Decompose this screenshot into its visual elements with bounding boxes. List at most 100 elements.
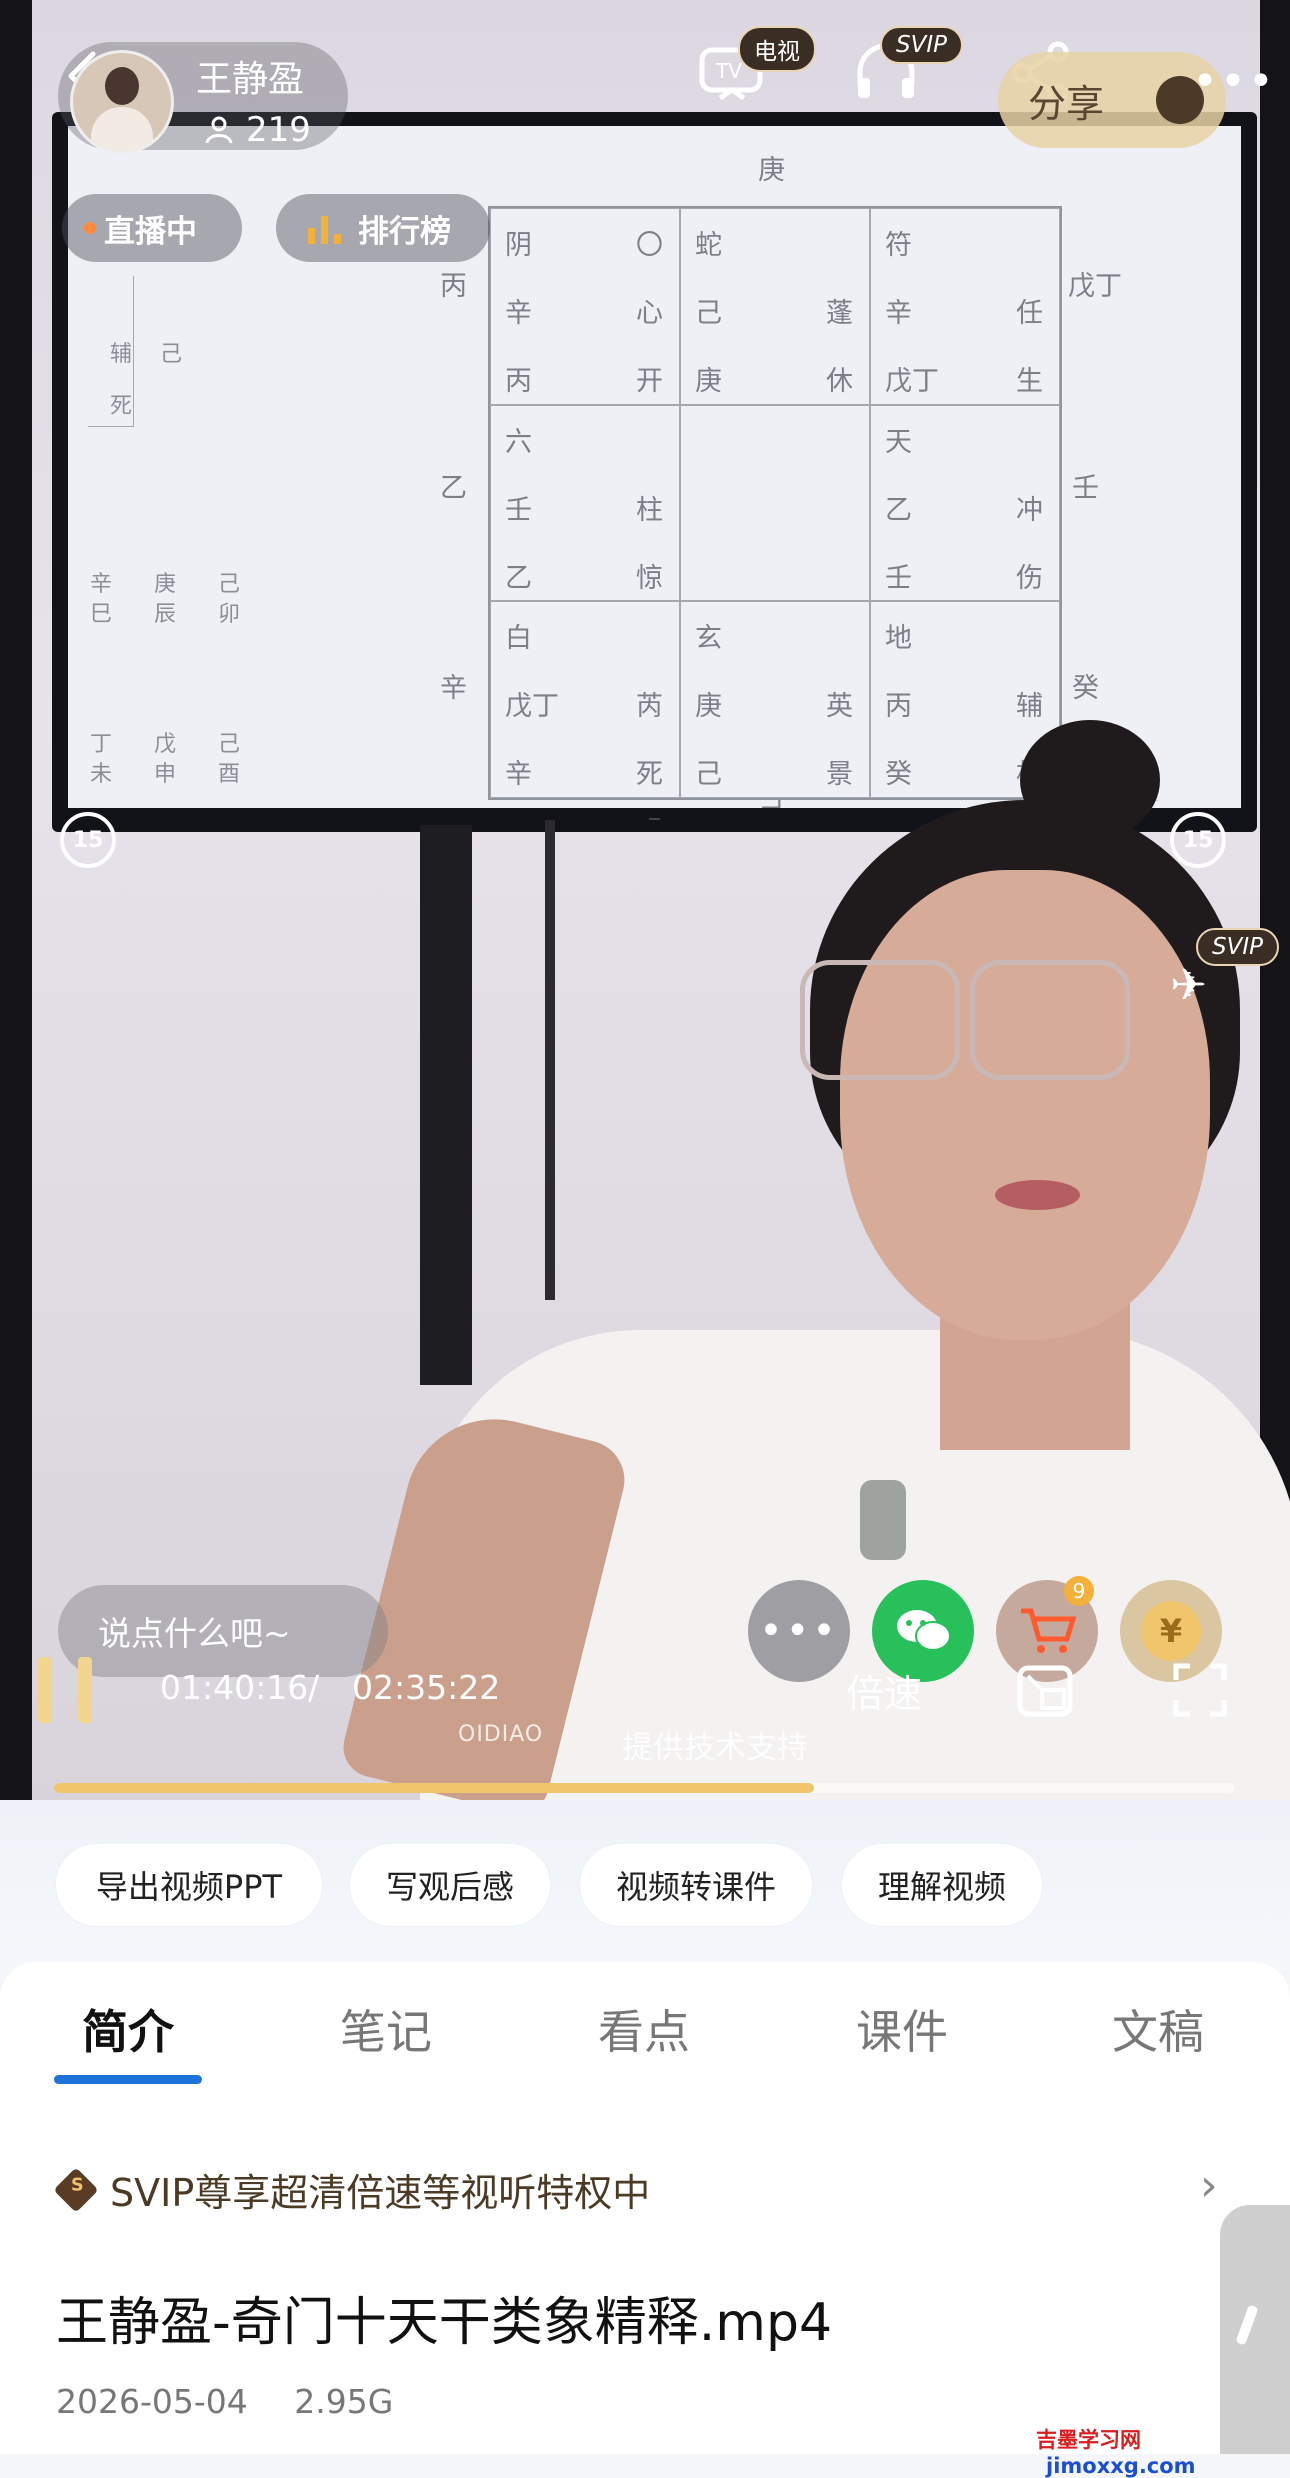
understand-video-chip[interactable]: 理解视频 — [842, 1844, 1042, 1926]
tab-transcript[interactable]: 文稿 — [1112, 1996, 1204, 2062]
palace-char: 白 — [505, 623, 532, 655]
glasses-right — [970, 960, 1130, 1080]
outer-stem-top: 庚 — [758, 155, 785, 186]
viewer-count-value: 219 — [246, 110, 311, 150]
svg-text:TV: TV — [715, 59, 742, 83]
cart-count-badge: 9 — [1064, 1576, 1094, 1606]
side-drawer-handle[interactable] — [1220, 2205, 1290, 2454]
progress-fill — [54, 1783, 814, 1793]
palace-char: 阴 — [505, 230, 532, 261]
tv-badge: 电视 — [738, 26, 816, 72]
palace-char: 庚 — [695, 691, 722, 723]
bar-chart-icon — [308, 216, 341, 244]
pip-icon[interactable] — [1016, 1664, 1074, 1718]
progress-bar[interactable] — [54, 1783, 1234, 1793]
palace-char: 戊丁 — [505, 691, 559, 723]
palace-char: 休 — [826, 366, 853, 397]
palace-char: 己 — [695, 298, 722, 329]
live-status-label: 直播中 — [104, 213, 197, 250]
watermark-en: jimoxxg.com — [1046, 2454, 1196, 2478]
tab-courseware[interactable]: 课件 — [856, 1996, 948, 2062]
wall-shadow-left — [0, 0, 32, 1800]
review-chip[interactable]: 写观后感 — [350, 1844, 550, 1926]
palace-cell: 六壬 柱乙 惊 — [490, 404, 680, 602]
face — [840, 870, 1210, 1340]
palace-char: 英 — [826, 691, 853, 723]
palace-char: 壬 — [505, 494, 532, 526]
pause-button[interactable] — [38, 1657, 94, 1723]
mini-text: 死 — [110, 394, 133, 419]
mini-text: 己 — [160, 342, 183, 367]
pillar-char: 酉 — [218, 762, 241, 787]
live-status-pill[interactable]: 直播中 — [62, 194, 242, 262]
watermark: 吉墨学习网jimoxxg.com — [1036, 2424, 1290, 2478]
palace-char: 天 — [885, 426, 912, 458]
outer-stem-left: 乙 — [440, 473, 467, 504]
coin-icon: ¥ — [1141, 1601, 1201, 1661]
mini-text: 辅 — [110, 342, 133, 367]
palace-char: 蛇 — [695, 230, 722, 261]
palace-char: 惊 — [636, 562, 663, 594]
palace-char: 〇 — [636, 230, 663, 261]
glasses-left — [800, 960, 960, 1080]
avatar[interactable] — [70, 50, 174, 154]
pillar-char: 辰 — [154, 602, 177, 627]
pendant — [860, 1480, 906, 1560]
svip-promo-text: SVIP尊享超清倍速等视听特权中 — [110, 2171, 651, 2215]
dots-icon: ••• — [759, 1608, 839, 1654]
pillar-char: 戊 — [154, 732, 177, 757]
palace-char: 芮 — [636, 691, 663, 723]
speed-button[interactable]: 倍速 — [846, 1663, 922, 1718]
pillar-char: 己 — [218, 732, 241, 757]
palace-char: 玄 — [695, 623, 722, 655]
palace-cell — [680, 404, 870, 602]
palace-char: 伤 — [1016, 562, 1043, 594]
shopping-cart-icon — [1021, 1608, 1077, 1653]
video-title: 王静盈-奇门十天干类象精释.mp4 — [56, 2293, 833, 2353]
live-dot-icon — [84, 222, 96, 234]
pin-icon[interactable]: ✈ — [1170, 960, 1207, 1011]
palace-char: 乙 — [505, 562, 532, 594]
active-tab-indicator — [54, 2075, 202, 2084]
ranking-pill[interactable]: 排行榜 — [276, 194, 490, 262]
file-date: 2026-05-04 — [56, 2382, 248, 2421]
forward-15-icon[interactable]: 15 — [1170, 812, 1226, 868]
video-player[interactable]: 辅 己 死 辛庚己巳辰卯丁戊己未申酉 庚 丙 乙 辛 戊丁 壬 癸 己 阴〇辛心… — [0, 0, 1290, 1800]
handle-icon — [1235, 2304, 1259, 2346]
palace-char: 任 — [1016, 298, 1043, 329]
palace-char: 壬 — [885, 562, 912, 594]
outer-stem-left: 丙 — [440, 271, 467, 302]
svip-promo[interactable]: S SVIP尊享超清倍速等视听特权中 — [53, 2162, 651, 2217]
palace-char: 符 — [885, 230, 912, 261]
svip-icon-letter: S — [71, 2174, 84, 2195]
avatar-body — [91, 107, 153, 151]
export-ppt-chip[interactable]: 导出视频PPT — [56, 1844, 322, 1926]
fullscreen-icon[interactable] — [1172, 1662, 1228, 1718]
tab-notes[interactable]: 笔记 — [340, 1996, 432, 2062]
qimen-chart-board: 辅 己 死 辛庚己巳辰卯丁戊己未申酉 庚 丙 乙 辛 戊丁 壬 癸 己 阴〇辛心… — [68, 126, 1241, 808]
pillar-char: 辛 — [90, 572, 113, 597]
pillar-char: 未 — [90, 762, 113, 787]
more-options-icon[interactable]: ••• — [1192, 56, 1276, 107]
palace-cell: 符辛 任戊丁 生 — [870, 208, 1060, 405]
svip-badge: SVIP — [880, 26, 963, 64]
streamer-name: 王静盈 — [196, 59, 305, 100]
chevron-right-icon[interactable]: › — [1200, 2160, 1218, 2211]
more-round-button[interactable]: ••• — [748, 1580, 850, 1682]
rewind-15-icon[interactable]: 15 — [60, 812, 116, 868]
pillar-char: 庚 — [154, 572, 177, 597]
comment-input[interactable]: 说点什么吧~ — [58, 1585, 388, 1677]
pillar-char: 丁 — [90, 732, 113, 757]
lips — [995, 1180, 1080, 1210]
tab-intro[interactable]: 简介 — [82, 1996, 174, 2062]
pin-svip-badge: SVIP — [1196, 928, 1279, 966]
avatar-head — [105, 67, 139, 105]
tech-support-text: 提供技术支持 — [622, 1730, 808, 1766]
pillar-char: 己 — [218, 572, 241, 597]
tab-highlights[interactable]: 看点 — [598, 1996, 690, 2062]
palace-char: 六 — [505, 426, 532, 458]
video-to-course-chip[interactable]: 视频转课件 — [580, 1844, 812, 1926]
palace-char: 开 — [636, 366, 663, 397]
pillar-char: 申 — [154, 762, 177, 787]
palace-char: 柱 — [636, 494, 663, 526]
